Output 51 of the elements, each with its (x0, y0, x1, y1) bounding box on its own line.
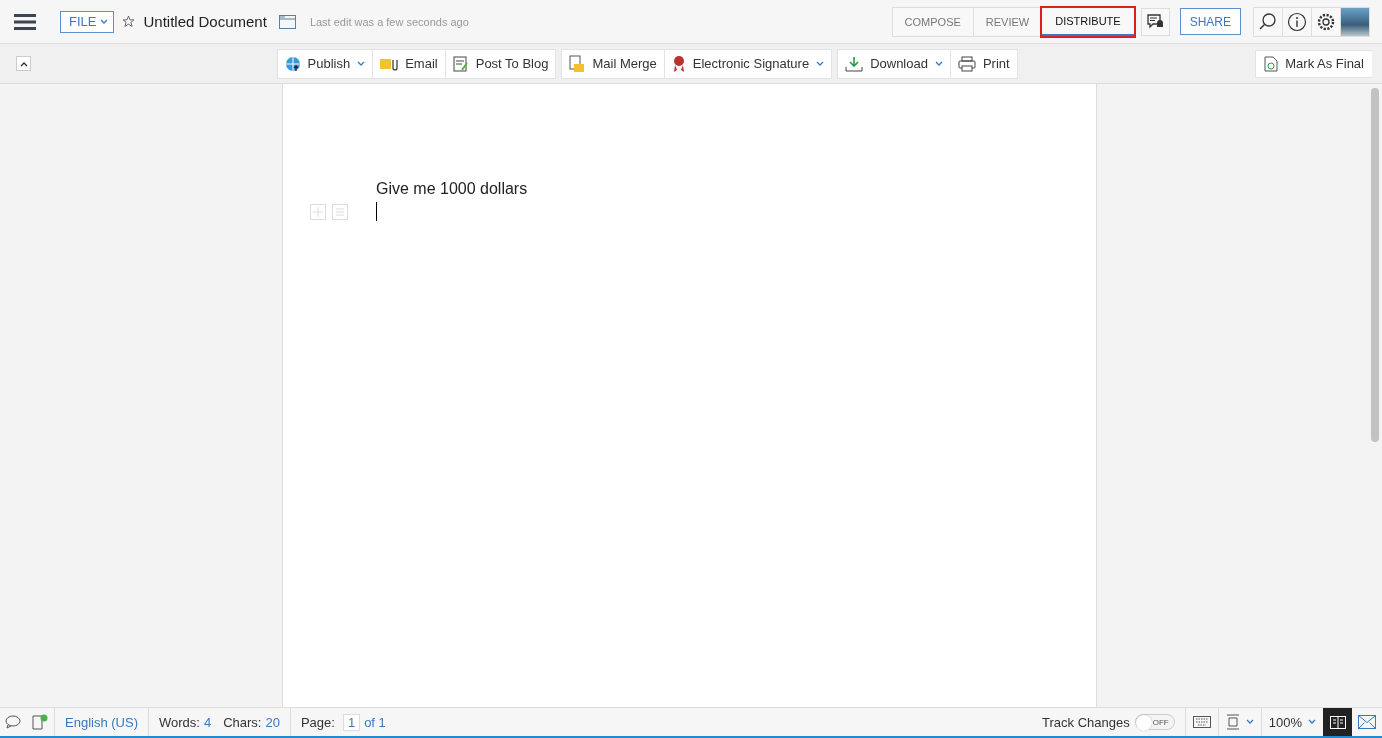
page-number-field[interactable]: 1 (342, 713, 361, 731)
file-menu-button[interactable]: FILE (60, 10, 115, 33)
scrollbar-thumb[interactable] (1371, 88, 1379, 442)
info-icon (1287, 11, 1307, 32)
caret-icon (934, 60, 943, 67)
page-layout-icon (1225, 714, 1240, 730)
comment-bell-icon (1146, 12, 1165, 31)
caret-icon (357, 60, 366, 67)
documents-envelope-icon (569, 54, 586, 73)
chars-label: Chars: (223, 714, 262, 730)
envelope-paperclip-icon (380, 56, 399, 71)
collapse-toolbar-button[interactable] (16, 56, 31, 71)
document-check-icon[interactable] (32, 714, 48, 730)
caret-icon (1245, 719, 1254, 725)
printer-icon (957, 55, 976, 72)
mode-tab[interactable]: DISTRIBUTE (1042, 7, 1134, 36)
notification-comment-button[interactable] (1140, 7, 1170, 36)
search-icon (1258, 11, 1278, 32)
char-count: 20 (265, 714, 280, 730)
document-check-icon (1264, 55, 1279, 72)
word-count: 4 (203, 714, 212, 730)
words-label: Words: (158, 714, 200, 730)
menu-icon[interactable] (14, 13, 36, 30)
globe-upload-icon (284, 55, 301, 72)
caret-icon (100, 18, 109, 25)
track-changes-label: Track Changes (1042, 714, 1130, 730)
caret-icon (1308, 719, 1316, 725)
reading-view-button[interactable] (1323, 708, 1352, 736)
page-label: Page: (300, 714, 335, 730)
book-icon (1329, 715, 1346, 729)
folder-icon[interactable] (278, 14, 296, 29)
avatar-photo-placeholder[interactable] (1341, 7, 1369, 36)
document-title[interactable]: Untitled Document (143, 13, 267, 30)
document-text[interactable]: Give me 1000 dollars (376, 180, 528, 198)
ribbon-seal-icon (671, 54, 686, 73)
language-selector[interactable]: English (US) (54, 708, 148, 736)
last-edit-status: Last edit was a few seconds ago (309, 15, 469, 28)
settings-icon (1316, 11, 1336, 32)
star-icon[interactable] (122, 15, 136, 28)
mode-tab[interactable]: REVIEW (973, 7, 1043, 36)
caret-icon (816, 60, 825, 67)
mark-as-final-button[interactable]: Mark As Final (1255, 49, 1372, 78)
page-total: of 1 (364, 714, 386, 730)
envelope-icon (1358, 715, 1376, 729)
chat-icon[interactable] (5, 715, 21, 729)
download-icon (845, 55, 864, 72)
share-button[interactable]: SHARE (1179, 8, 1241, 35)
text-cursor (376, 202, 377, 221)
document-pen-icon (452, 55, 469, 72)
track-changes-toggle[interactable]: OFF (1134, 714, 1175, 730)
mode-tab[interactable]: COMPOSE (892, 7, 974, 36)
